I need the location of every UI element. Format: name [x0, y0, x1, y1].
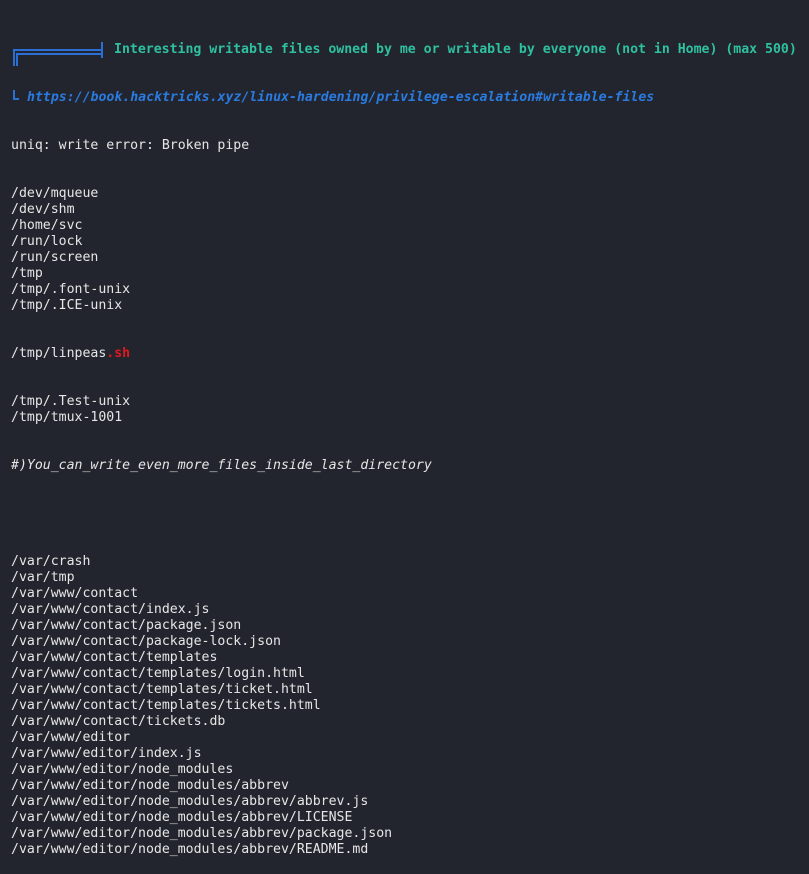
path-line: /var/www/contact/package-lock.json	[11, 634, 281, 649]
linpeas-path: /tmp/linpeas	[11, 346, 107, 361]
path-line: /var/www/editor/node_modules/abbrev/LICE…	[11, 810, 353, 825]
path-line: /var/www/editor/node_modules/abbrev/pack…	[11, 826, 393, 841]
path-line: /tmp	[11, 266, 43, 281]
path-line: /tmp/.font-unix	[11, 282, 131, 297]
path-line: /run/lock	[11, 234, 83, 249]
terminal-output: Interesting writable files owned by me o…	[11, 10, 797, 874]
path-line: /tmp/.ICE-unix	[11, 298, 123, 313]
path-line-linpeas: /tmp/linpeas.sh	[11, 346, 797, 362]
error-line: uniq: write error: Broken pipe	[11, 138, 250, 153]
path-line: /var/www/editor/node_modules	[11, 762, 234, 777]
path-line: /var/www/editor/node_modules/abbrev/abbr…	[11, 794, 369, 809]
path-line: /var/www/contact	[11, 586, 139, 601]
path-line: /var/www/editor	[11, 730, 131, 745]
path-list-2: /tmp/.Test-unix/tmp/tmux-1001	[11, 394, 797, 426]
path-line: /dev/mqueue	[11, 186, 99, 201]
path-line: /var/www/contact/templates/login.html	[11, 666, 305, 681]
path-line: /tmp/tmux-1001	[11, 410, 123, 425]
path-line: /var/www/editor/node_modules/abbrev/READ…	[11, 842, 369, 857]
path-line: /tmp/.Test-unix	[11, 394, 131, 409]
section-link[interactable]: https://book.hacktricks.xyz/linux-harden…	[27, 90, 654, 105]
path-line: /var/www/editor/index.js	[11, 746, 202, 761]
path-line: /var/www/contact/tickets.db	[11, 714, 226, 729]
hint-line: #)You_can_write_even_more_files_inside_l…	[11, 458, 432, 473]
section-title: Interesting writable files owned by me o…	[114, 42, 797, 57]
path-line: /var/www/editor/node_modules/abbrev	[11, 778, 289, 793]
path-line: /home/svc	[11, 218, 83, 233]
box-drawing-icon	[11, 42, 105, 66]
box-corner-icon	[11, 90, 27, 106]
path-line: /var/crash	[11, 554, 91, 569]
path-line: /run/screen	[11, 250, 99, 265]
linpeas-extension: .sh	[106, 346, 131, 361]
path-line: /var/www/contact/package.json	[11, 618, 242, 633]
path-line: /var/www/contact/templates/tickets.html	[11, 698, 321, 713]
path-line: /dev/shm	[11, 202, 75, 217]
path-list-3: /var/crash/var/tmp/var/www/contact/var/w…	[11, 554, 797, 858]
path-line: /var/www/contact/templates	[11, 650, 218, 665]
path-list-1: /dev/mqueue/dev/shm/home/svc/run/lock/ru…	[11, 186, 797, 314]
path-line: /var/www/contact/templates/ticket.html	[11, 682, 313, 697]
section-link-line: https://book.hacktricks.xyz/linux-harden…	[11, 90, 797, 106]
section-header: Interesting writable files owned by me o…	[11, 42, 797, 66]
path-line: /var/www/contact/index.js	[11, 602, 210, 617]
path-line: /var/tmp	[11, 570, 75, 585]
